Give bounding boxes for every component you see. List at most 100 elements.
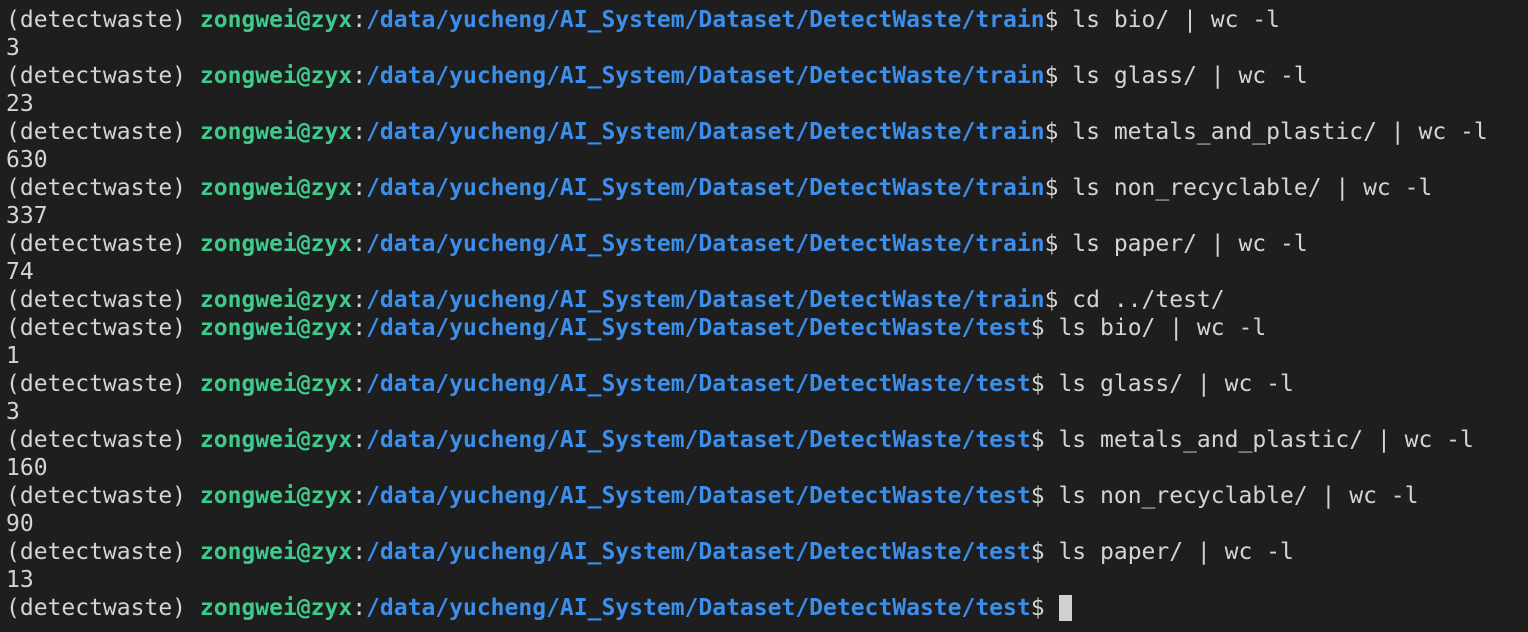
user-host: zongwei@zyx — [199, 287, 353, 313]
user-host: zongwei@zyx — [199, 63, 353, 89]
prompt-symbol: $ — [1030, 595, 1045, 621]
prompt-line: (detectwaste) zongwei@zyx:/data/yucheng/… — [6, 174, 1528, 202]
prompt-symbol: $ — [1044, 63, 1059, 89]
command-output: 13 — [6, 567, 34, 593]
user-host: zongwei@zyx — [199, 371, 353, 397]
working-directory: /data/yucheng/AI_System/Dataset/DetectWa… — [366, 119, 1045, 145]
prompt-symbol: $ — [1030, 371, 1045, 397]
working-directory: /data/yucheng/AI_System/Dataset/DetectWa… — [366, 483, 1031, 509]
prompt-line: (detectwaste) zongwei@zyx:/data/yucheng/… — [6, 314, 1528, 342]
working-directory: /data/yucheng/AI_System/Dataset/DetectWa… — [366, 595, 1031, 621]
prompt-separator: : — [352, 287, 367, 313]
user-host: zongwei@zyx — [199, 231, 353, 257]
command-output: 160 — [6, 455, 48, 481]
prompt-separator: : — [352, 175, 367, 201]
prompt-separator: : — [352, 231, 367, 257]
working-directory: /data/yucheng/AI_System/Dataset/DetectWa… — [366, 175, 1045, 201]
output-line: 160 — [6, 454, 1528, 482]
prompt-symbol: $ — [1044, 231, 1059, 257]
user-host: zongwei@zyx — [199, 315, 353, 341]
command-text: ls paper/ | wc -l — [1058, 539, 1294, 565]
prompt-line: (detectwaste) zongwei@zyx:/data/yucheng/… — [6, 230, 1528, 258]
prompt-line: (detectwaste) zongwei@zyx:/data/yucheng/… — [6, 118, 1528, 146]
prompt-line: (detectwaste) zongwei@zyx:/data/yucheng/… — [6, 482, 1528, 510]
prompt-line: (detectwaste) zongwei@zyx:/data/yucheng/… — [6, 426, 1528, 454]
command-output: 90 — [6, 511, 34, 537]
command-text: ls paper/ | wc -l — [1072, 231, 1308, 257]
prompt-separator: : — [352, 315, 367, 341]
command-text: ls non_recyclable/ | wc -l — [1072, 175, 1433, 201]
conda-env: (detectwaste) — [6, 595, 187, 621]
user-host: zongwei@zyx — [199, 119, 353, 145]
output-line: 90 — [6, 510, 1528, 538]
conda-env: (detectwaste) — [6, 119, 187, 145]
working-directory: /data/yucheng/AI_System/Dataset/DetectWa… — [366, 315, 1031, 341]
prompt-separator: : — [352, 7, 367, 33]
prompt-symbol: $ — [1044, 119, 1059, 145]
working-directory: /data/yucheng/AI_System/Dataset/DetectWa… — [366, 231, 1045, 257]
command-output: 23 — [6, 91, 34, 117]
text-cursor — [1059, 595, 1073, 621]
command-output: 74 — [6, 259, 34, 285]
output-line: 23 — [6, 90, 1528, 118]
command-output: 1 — [6, 343, 20, 369]
terminal-window[interactable]: (detectwaste) zongwei@zyx:/data/yucheng/… — [0, 0, 1528, 632]
prompt-separator: : — [352, 427, 367, 453]
command-text: ls non_recyclable/ | wc -l — [1058, 483, 1419, 509]
conda-env: (detectwaste) — [6, 315, 187, 341]
command-output: 337 — [6, 203, 48, 229]
prompt-separator: : — [352, 539, 367, 565]
prompt-separator: : — [352, 119, 367, 145]
conda-env: (detectwaste) — [6, 7, 187, 33]
user-host: zongwei@zyx — [199, 175, 353, 201]
prompt-line: (detectwaste) zongwei@zyx:/data/yucheng/… — [6, 62, 1528, 90]
user-host: zongwei@zyx — [199, 595, 353, 621]
command-text: ls metals_and_plastic/ | wc -l — [1072, 119, 1488, 145]
prompt-separator: : — [352, 595, 367, 621]
prompt-symbol: $ — [1044, 175, 1059, 201]
output-line: 630 — [6, 146, 1528, 174]
user-host: zongwei@zyx — [199, 483, 353, 509]
prompt-line: (detectwaste) zongwei@zyx:/data/yucheng/… — [6, 286, 1528, 314]
command-output: 3 — [6, 399, 20, 425]
working-directory: /data/yucheng/AI_System/Dataset/DetectWa… — [366, 371, 1031, 397]
command-text: cd ../test/ — [1072, 287, 1225, 313]
conda-env: (detectwaste) — [6, 63, 187, 89]
user-host: zongwei@zyx — [199, 427, 353, 453]
command-text: ls bio/ | wc -l — [1058, 315, 1267, 341]
prompt-symbol: $ — [1030, 427, 1045, 453]
output-line: 337 — [6, 202, 1528, 230]
command-text: ls glass/ | wc -l — [1072, 63, 1308, 89]
conda-env: (detectwaste) — [6, 231, 187, 257]
conda-env: (detectwaste) — [6, 427, 187, 453]
command-text: ls metals_and_plastic/ | wc -l — [1058, 427, 1474, 453]
user-host: zongwei@zyx — [199, 539, 353, 565]
prompt-separator: : — [352, 483, 367, 509]
command-output: 630 — [6, 147, 48, 173]
output-line: 1 — [6, 342, 1528, 370]
prompt-symbol: $ — [1030, 483, 1045, 509]
prompt-line: (detectwaste) zongwei@zyx:/data/yucheng/… — [6, 370, 1528, 398]
